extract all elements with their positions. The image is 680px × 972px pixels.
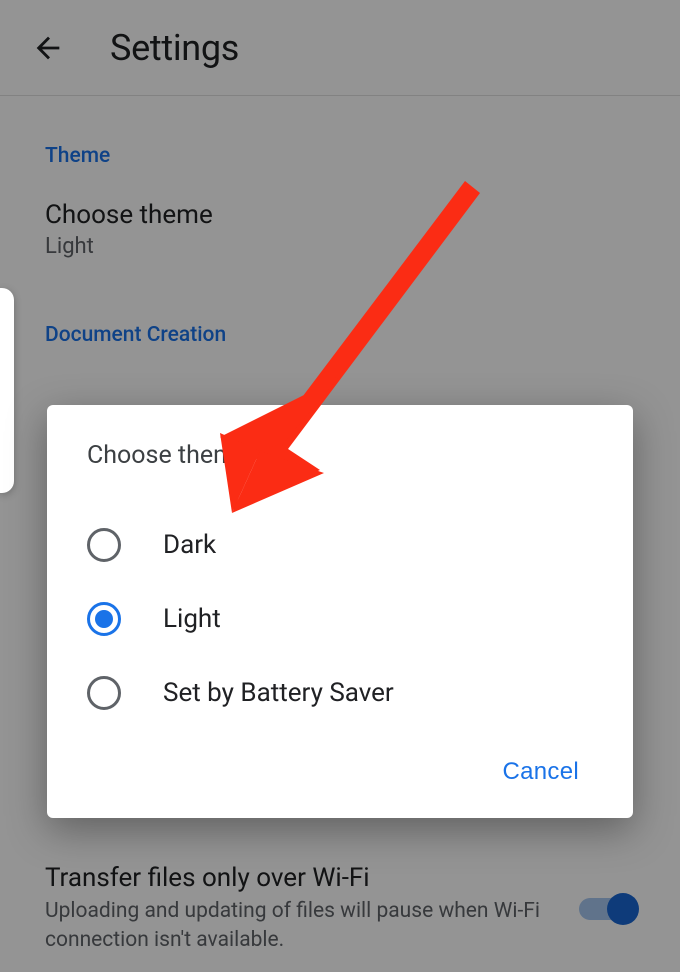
radio-option-dark[interactable]: Dark (47, 508, 633, 582)
side-handle (0, 288, 14, 493)
radio-option-battery-saver[interactable]: Set by Battery Saver (47, 656, 633, 730)
dialog-title: Choose theme (47, 441, 633, 470)
radio-icon (87, 676, 121, 710)
choose-theme-dialog: Choose theme Dark Light Set by Battery S… (47, 405, 633, 818)
radio-icon (87, 602, 121, 636)
radio-icon (87, 528, 121, 562)
radio-option-light[interactable]: Light (47, 582, 633, 656)
radio-label: Light (163, 604, 221, 634)
radio-label: Dark (163, 530, 216, 560)
cancel-button[interactable]: Cancel (490, 750, 591, 794)
radio-label: Set by Battery Saver (163, 678, 394, 708)
